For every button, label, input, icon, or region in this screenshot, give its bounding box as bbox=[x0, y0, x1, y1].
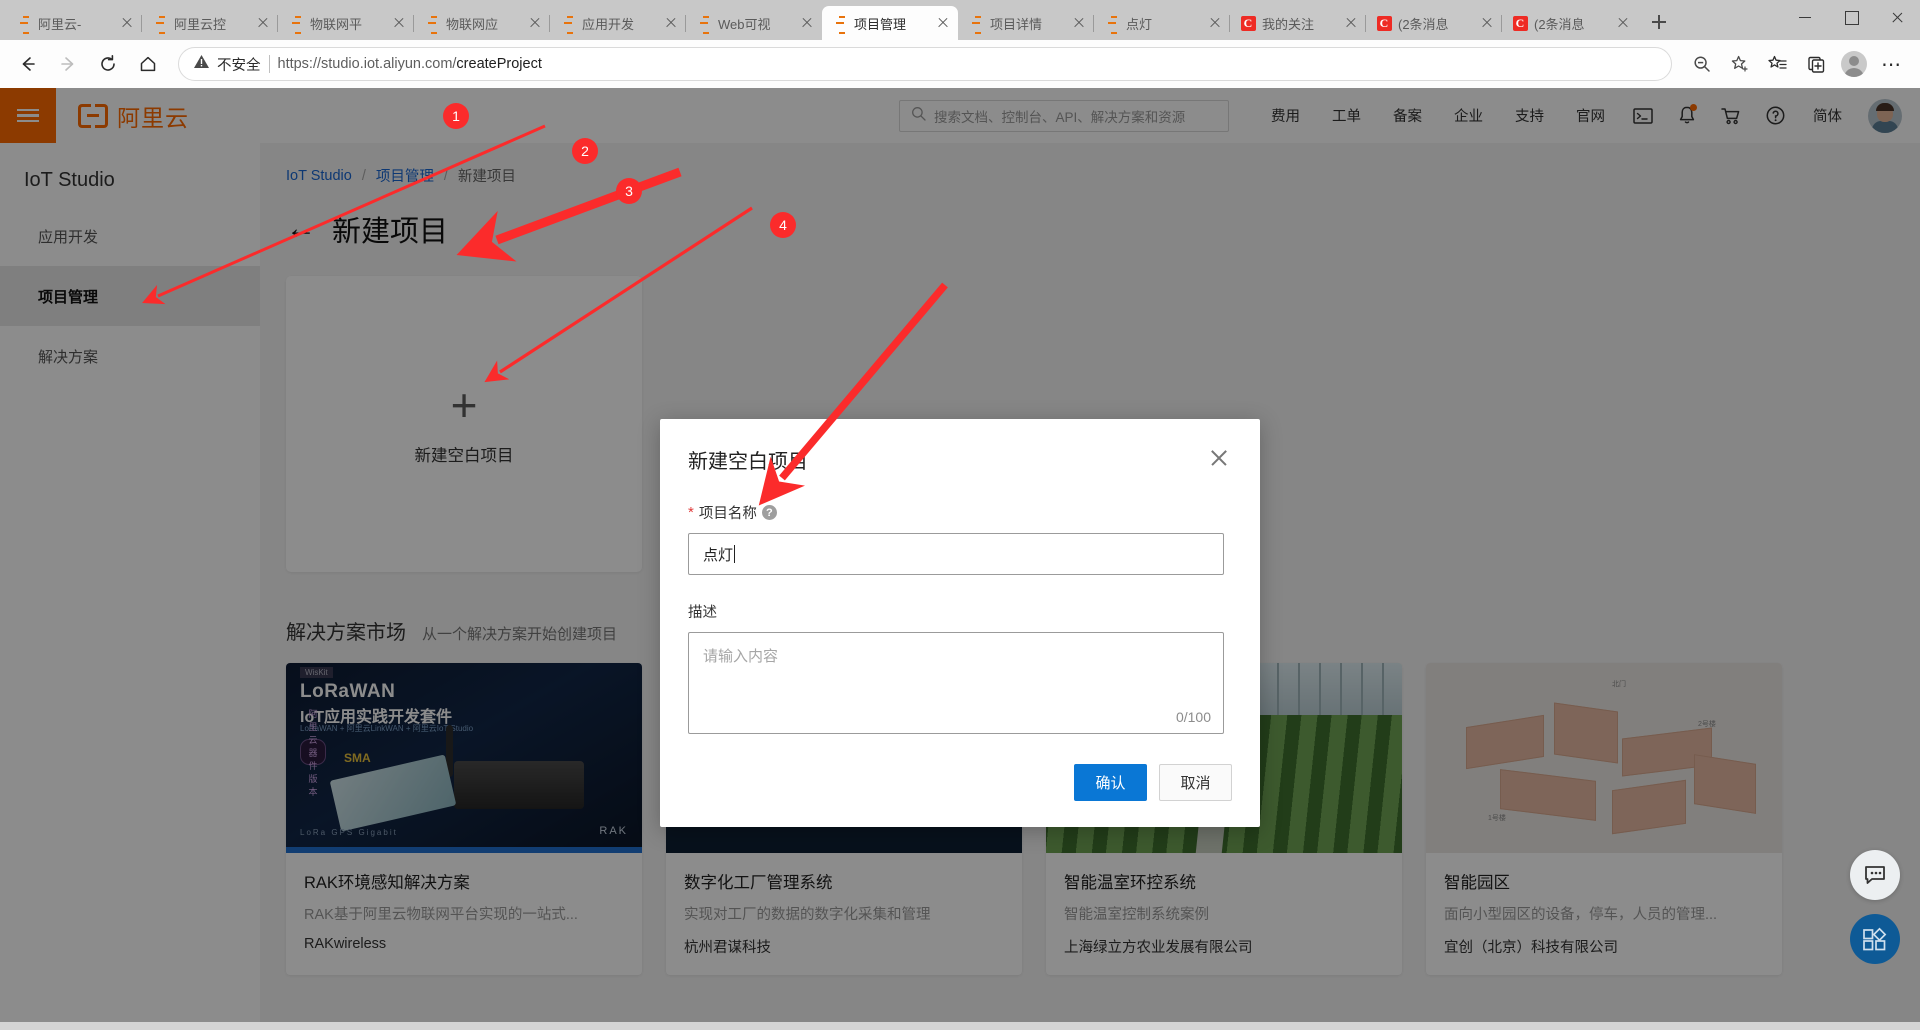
close-icon[interactable] bbox=[1206, 445, 1232, 471]
address-bar[interactable]: 不安全 https://studio.iot.aliyun.com/create… bbox=[178, 47, 1672, 81]
browser-tab[interactable]: 点灯 bbox=[1093, 6, 1230, 40]
browser-tab[interactable]: C (2条消息 bbox=[1501, 6, 1638, 40]
collections-icon[interactable] bbox=[1760, 46, 1796, 82]
tab-title: Web可视 bbox=[718, 16, 771, 32]
aliyun-icon bbox=[696, 15, 712, 31]
add-tab-group-icon[interactable] bbox=[1798, 46, 1834, 82]
back-icon[interactable] bbox=[10, 46, 46, 82]
csdn-icon: C bbox=[1512, 15, 1528, 31]
tab-title: 应用开发 bbox=[582, 16, 635, 32]
dialog-header: 新建空白项目 bbox=[660, 419, 1260, 474]
text-caret bbox=[734, 545, 736, 563]
csdn-icon: C bbox=[1376, 15, 1392, 31]
toolbar-right: ⋯ bbox=[1684, 46, 1910, 82]
tab-close-icon[interactable] bbox=[798, 14, 816, 32]
browser-tab[interactable]: C (2条消息 bbox=[1365, 6, 1502, 40]
page-viewport: 阿里云 搜索文档、控制台、API、解决方案和资源 费用 工单 备案 企业 支持 官网 bbox=[0, 88, 1920, 1022]
zoom-out-icon[interactable] bbox=[1684, 46, 1720, 82]
browser-tab[interactable]: C 我的关注 bbox=[1229, 6, 1366, 40]
tab-title: 项目管理 bbox=[854, 16, 907, 32]
minimize-button[interactable] bbox=[1782, 0, 1828, 34]
browser-window: 阿里云- 阿里云控 物联网平 物联网应 应用开发 Web可视 项目管理 项目详情 点灯 C 我的关注… bbox=[0, 0, 1920, 1030]
aliyun-icon bbox=[560, 15, 576, 31]
more-icon[interactable]: ⋯ bbox=[1874, 46, 1910, 82]
cancel-button[interactable]: 取消 bbox=[1159, 764, 1232, 801]
description-label: 描述 bbox=[688, 605, 717, 621]
warning-icon bbox=[193, 53, 210, 75]
aliyun-icon bbox=[968, 15, 984, 31]
add-favorite-icon[interactable] bbox=[1722, 46, 1758, 82]
tab-close-icon[interactable] bbox=[118, 14, 136, 32]
aliyun-icon bbox=[424, 15, 440, 31]
tab-close-icon[interactable] bbox=[390, 14, 408, 32]
description-textarea[interactable]: 请输入内容 0/100 bbox=[688, 632, 1224, 734]
tab-strip: 阿里云- 阿里云控 物联网平 物联网应 应用开发 Web可视 项目管理 项目详情 点灯 C 我的关注… bbox=[0, 0, 1920, 40]
help-icon[interactable]: ? bbox=[761, 505, 777, 520]
new-blank-project-dialog: 新建空白项目 * 项目名称 ? 点灯 描述 请输入内容 0/100 确认 取消 bbox=[660, 419, 1260, 827]
tab-close-icon[interactable] bbox=[1070, 14, 1088, 32]
security-label: 不安全 bbox=[217, 57, 261, 74]
aliyun-icon bbox=[16, 15, 32, 31]
tab-close-icon[interactable] bbox=[934, 14, 952, 32]
browser-tab[interactable]: 阿里云控 bbox=[141, 6, 278, 40]
description-placeholder: 请输入内容 bbox=[703, 648, 779, 665]
project-name-label: 项目名称 bbox=[698, 506, 757, 522]
tab-close-icon[interactable] bbox=[1478, 14, 1496, 32]
dialog-title: 新建空白项目 bbox=[688, 451, 808, 473]
dialog-body: * 项目名称 ? 点灯 描述 请输入内容 0/100 bbox=[660, 474, 1260, 734]
floating-buttons bbox=[1850, 850, 1900, 964]
tab-title: 阿里云控 bbox=[174, 16, 227, 32]
close-window-button[interactable] bbox=[1874, 0, 1920, 34]
csdn-icon: C bbox=[1240, 15, 1256, 31]
project-name-value: 点灯 bbox=[703, 546, 734, 564]
tab-close-icon[interactable] bbox=[1342, 14, 1360, 32]
tab-title: 阿里云- bbox=[38, 16, 82, 32]
tab-title: 项目详情 bbox=[990, 16, 1043, 32]
aliyun-icon bbox=[832, 15, 848, 31]
browser-tab[interactable]: 项目详情 bbox=[958, 6, 1094, 40]
tab-close-icon[interactable] bbox=[1206, 14, 1224, 32]
tab-title: (2条消息 bbox=[1398, 16, 1449, 32]
browser-tab[interactable]: 物联网应 bbox=[413, 6, 550, 40]
tab-title: 点灯 bbox=[1126, 16, 1153, 32]
tab-title: 我的关注 bbox=[1262, 16, 1315, 32]
tab-close-icon[interactable] bbox=[526, 14, 544, 32]
browser-tab[interactable]: Web可视 bbox=[685, 6, 822, 40]
browser-tab[interactable]: 项目管理 bbox=[822, 6, 958, 40]
confirm-button[interactable]: 确认 bbox=[1074, 764, 1147, 801]
required-mark: * bbox=[688, 504, 694, 521]
new-tab-button[interactable] bbox=[1644, 7, 1674, 37]
dialog-footer: 确认 取消 bbox=[660, 734, 1260, 827]
tab-close-icon[interactable] bbox=[1614, 14, 1632, 32]
address-divider bbox=[268, 55, 270, 73]
home-icon[interactable] bbox=[130, 46, 166, 82]
security-indicator[interactable]: 不安全 bbox=[193, 53, 261, 75]
tab-close-icon[interactable] bbox=[254, 14, 272, 32]
aliyun-icon bbox=[288, 15, 304, 31]
chat-icon[interactable] bbox=[1850, 850, 1900, 900]
profile-icon[interactable] bbox=[1836, 46, 1872, 82]
browser-tab[interactable]: 阿里云- bbox=[6, 6, 142, 40]
reload-icon[interactable] bbox=[90, 46, 126, 82]
project-name-input[interactable]: 点灯 bbox=[688, 533, 1224, 575]
tab-title: 物联网平 bbox=[310, 16, 363, 32]
tab-title: (2条消息 bbox=[1534, 16, 1585, 32]
project-name-label-row: * 项目名称 ? bbox=[688, 502, 1232, 523]
tab-title: 物联网应 bbox=[446, 16, 499, 32]
aliyun-icon bbox=[152, 15, 168, 31]
maximize-button[interactable] bbox=[1828, 0, 1874, 34]
browser-tab[interactable]: 应用开发 bbox=[549, 6, 686, 40]
description-counter: 0/100 bbox=[1175, 709, 1211, 725]
aliyun-icon bbox=[1104, 15, 1120, 31]
apps-icon[interactable] bbox=[1850, 914, 1900, 964]
tab-close-icon[interactable] bbox=[662, 14, 680, 32]
browser-toolbar: 不安全 https://studio.iot.aliyun.com/create… bbox=[0, 40, 1920, 88]
window-controls bbox=[1782, 0, 1920, 40]
forward-icon[interactable] bbox=[50, 46, 86, 82]
browser-tab[interactable]: 物联网平 bbox=[277, 6, 414, 40]
url-text: https://studio.iot.aliyun.com/createProj… bbox=[277, 56, 542, 72]
